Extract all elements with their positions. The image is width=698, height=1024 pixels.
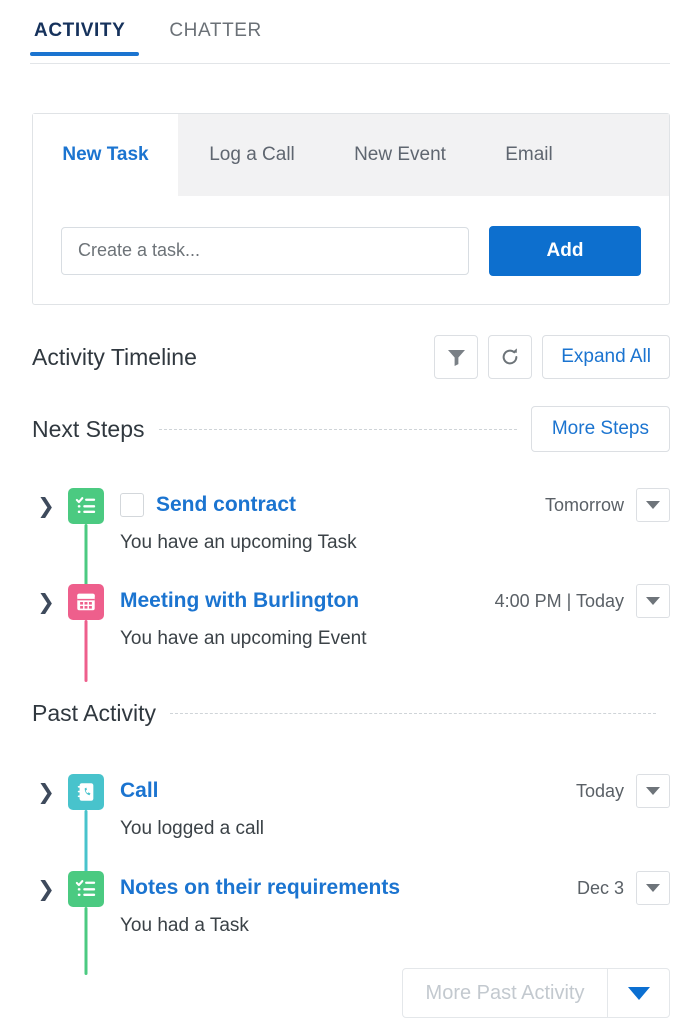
timeline-item-date: Tomorrow	[544, 494, 624, 515]
timeline-icon-column	[60, 774, 112, 872]
timeline-item-header: Send contract Tomorrow	[120, 488, 670, 522]
composer-tab-new-event-label: New Event	[354, 144, 446, 165]
timeline-item-subtitle: You have an upcoming Event	[120, 628, 367, 649]
timeline-item-notes-on-their-requirements[interactable]: ❯ Notes on their requirements Dec 3 You …	[32, 871, 670, 975]
timeline-item-title[interactable]: Meeting with Burlington	[120, 589, 359, 613]
create-task-input[interactable]	[61, 226, 469, 275]
more-steps-button[interactable]: More Steps	[530, 406, 670, 452]
timeline-connector	[84, 620, 88, 682]
refresh-button[interactable]	[488, 335, 533, 379]
timeline-item-date: 4:00 PM | Today	[494, 590, 624, 611]
task-checklist-icon	[68, 488, 104, 524]
more-steps-label: More Steps	[551, 418, 649, 439]
timeline-item-title[interactable]: Call	[120, 779, 159, 803]
refresh-icon	[502, 348, 518, 365]
past-activity-title: Past Activity	[32, 700, 156, 726]
caret-down-icon	[646, 501, 660, 509]
task-checklist-icon	[68, 871, 104, 907]
timeline-item-meeting-with-burlington[interactable]: ❯ Meeting with Burlington 4:00 PM | Toda…	[32, 584, 670, 682]
call-log-glyph	[77, 783, 94, 801]
timeline-icon-column	[60, 871, 112, 975]
composer-tablist: New Task Log a Call New Event Email	[33, 114, 669, 196]
timeline-icon-column	[60, 584, 112, 682]
past-activity-divider	[169, 713, 656, 714]
funnel-icon	[447, 349, 465, 366]
timeline-item-body: Meeting with Burlington 4:00 PM | Today …	[112, 584, 670, 650]
activity-panel: ACTIVITY CHATTER New Task Log a Call New…	[0, 0, 698, 1024]
composer-tab-log-a-call[interactable]: Log a Call	[178, 114, 326, 196]
row-menu-button[interactable]	[636, 871, 670, 905]
past-activity-section-header: Past Activity	[32, 700, 670, 727]
primary-tabs: ACTIVITY CHATTER	[0, 0, 698, 64]
composer-tab-new-task-label: New Task	[62, 144, 149, 165]
timeline-item-send-contract[interactable]: ❯ Send contract Tomorrow You have an upc…	[32, 488, 670, 586]
activity-timeline-title: Activity Timeline	[32, 343, 197, 370]
expand-chevron-icon[interactable]: ❯	[32, 871, 60, 937]
add-task-button[interactable]: Add	[489, 225, 641, 276]
caret-down-icon	[646, 884, 660, 892]
timeline-item-body: Send contract Tomorrow You have an upcom…	[112, 488, 670, 554]
expand-chevron-icon[interactable]: ❯	[32, 584, 60, 650]
caret-down-icon	[646, 787, 660, 795]
timeline-item-date: Dec 3	[576, 877, 624, 898]
timeline-item-title[interactable]: Notes on their requirements	[120, 876, 400, 900]
composer-body: Add	[33, 196, 669, 305]
expand-chevron-icon[interactable]: ❯	[32, 488, 60, 554]
event-calendar-glyph	[77, 593, 95, 611]
next-steps-divider	[158, 428, 517, 430]
event-calendar-icon	[68, 584, 104, 620]
more-past-activity-dropdown[interactable]	[607, 969, 669, 1017]
timeline-connector	[84, 907, 88, 975]
timeline-item-call[interactable]: ❯ Call Today You logged a call	[32, 774, 670, 872]
tab-activity[interactable]: ACTIVITY	[30, 16, 147, 56]
task-checklist-glyph	[75, 880, 96, 896]
timeline-connector	[84, 810, 88, 872]
activity-timeline-header: Activity Timeline Expand All	[32, 335, 670, 379]
timeline-icon-column	[60, 488, 112, 586]
timeline-item-header: Meeting with Burlington 4:00 PM | Today	[120, 584, 670, 618]
timeline-item-body: Notes on their requirements Dec 3 You ha…	[112, 871, 670, 937]
timeline-item-subtitle: You had a Task	[120, 915, 249, 936]
call-log-icon	[68, 774, 104, 810]
timeline-item-subtitle: You have an upcoming Task	[120, 532, 357, 553]
next-steps-section-header: Next Steps More Steps	[32, 406, 670, 452]
composer-tab-email[interactable]: Email	[474, 114, 584, 196]
expand-all-label: Expand All	[561, 346, 651, 367]
timeline-connector	[84, 524, 88, 586]
tab-activity-label: ACTIVITY	[34, 20, 126, 41]
row-menu-button[interactable]	[636, 488, 670, 522]
row-menu-button[interactable]	[636, 774, 670, 808]
timeline-item-subtitle: You logged a call	[120, 818, 265, 839]
more-past-activity-button[interactable]: More Past Activity	[403, 969, 607, 1017]
tab-chatter-label: CHATTER	[169, 20, 262, 41]
timeline-item-date: Today	[575, 780, 624, 801]
activity-composer: New Task Log a Call New Event Email Add	[32, 113, 670, 305]
timeline-item-header: Call Today	[120, 774, 670, 808]
filter-button[interactable]	[434, 335, 479, 379]
next-steps-title: Next Steps	[32, 415, 145, 442]
caret-down-icon	[646, 597, 660, 605]
timeline-item-title[interactable]: Send contract	[156, 493, 296, 517]
expand-all-button[interactable]: Expand All	[542, 335, 670, 379]
caret-down-icon	[627, 986, 650, 1000]
row-menu-button[interactable]	[636, 584, 670, 618]
composer-tab-new-event[interactable]: New Event	[326, 114, 474, 196]
composer-tab-new-task[interactable]: New Task	[33, 114, 178, 196]
timeline-item-header: Notes on their requirements Dec 3	[120, 871, 670, 905]
expand-chevron-icon[interactable]: ❯	[32, 774, 60, 840]
composer-tab-email-label: Email	[505, 144, 553, 165]
task-checklist-glyph	[75, 497, 96, 513]
composer-tab-log-a-call-label: Log a Call	[209, 144, 295, 165]
task-complete-checkbox[interactable]	[120, 493, 144, 517]
timeline-item-body: Call Today You logged a call	[112, 774, 670, 840]
more-past-activity-control: More Past Activity	[402, 968, 670, 1018]
tab-chatter[interactable]: CHATTER	[147, 16, 284, 56]
